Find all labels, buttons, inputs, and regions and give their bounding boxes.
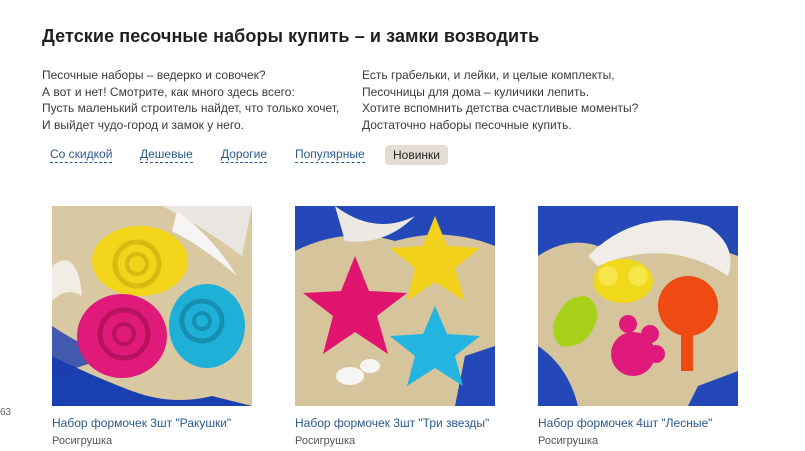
intro-line: А вот и нет! Смотрите, как много здесь в…: [42, 84, 295, 99]
intro-line: Пусть маленький строитель найдет, что то…: [42, 101, 340, 115]
product-brand: Росигрушка: [52, 435, 113, 447]
intro-line: Песочные наборы – ведерко и совочек?: [42, 68, 266, 82]
filter-cheap[interactable]: Дешевые: [140, 146, 193, 163]
product-title-link[interactable]: Набор формочек 3шт "Три звезды": [295, 416, 505, 430]
product-image-forest[interactable]: [538, 206, 738, 406]
intro-text-right: Есть грабельки, и лейки, и целые комплек…: [362, 67, 638, 133]
intro-text-left: Песочные наборы – ведерко и совочек? А в…: [42, 67, 339, 133]
filter-expensive[interactable]: Дорогие: [221, 146, 268, 163]
cut-off-counter: 63: [0, 407, 12, 418]
intro-line: Достаточно наборы песочные купить.: [362, 117, 572, 132]
product-brand: Росигрушка: [538, 435, 599, 447]
page-title: Детские песочные наборы купить – и замки…: [42, 26, 540, 46]
intro-line: Есть грабельки, и лейки, и целые комплек…: [362, 68, 615, 82]
filter-discount[interactable]: Со скидкой: [50, 146, 113, 163]
product-image-shells[interactable]: [52, 206, 252, 406]
product-title-link[interactable]: Набор формочек 3шт "Ракушки": [52, 416, 262, 430]
intro-line: Песочницы для дома – куличики лепить.: [362, 84, 590, 99]
product-title-link[interactable]: Набор формочек 4шт "Лесные": [538, 416, 748, 430]
product-card: Набор формочек 3шт "Ракушки" Росигрушка: [52, 206, 262, 447]
intro-line: Хотите вспомнить детства счастливые моме…: [362, 101, 639, 115]
product-brand: Росигрушка: [295, 435, 356, 447]
product-card: Набор формочек 4шт "Лесные" Росигрушка: [538, 206, 748, 447]
product-image-stars[interactable]: [295, 206, 495, 406]
intro-line: И выйдет чудо-город и замок у него.: [42, 117, 244, 132]
filter-new[interactable]: Новинки: [385, 145, 448, 165]
product-card: Набор формочек 3шт "Три звезды" Росигруш…: [295, 206, 505, 447]
filter-popular[interactable]: Популярные: [295, 146, 365, 163]
